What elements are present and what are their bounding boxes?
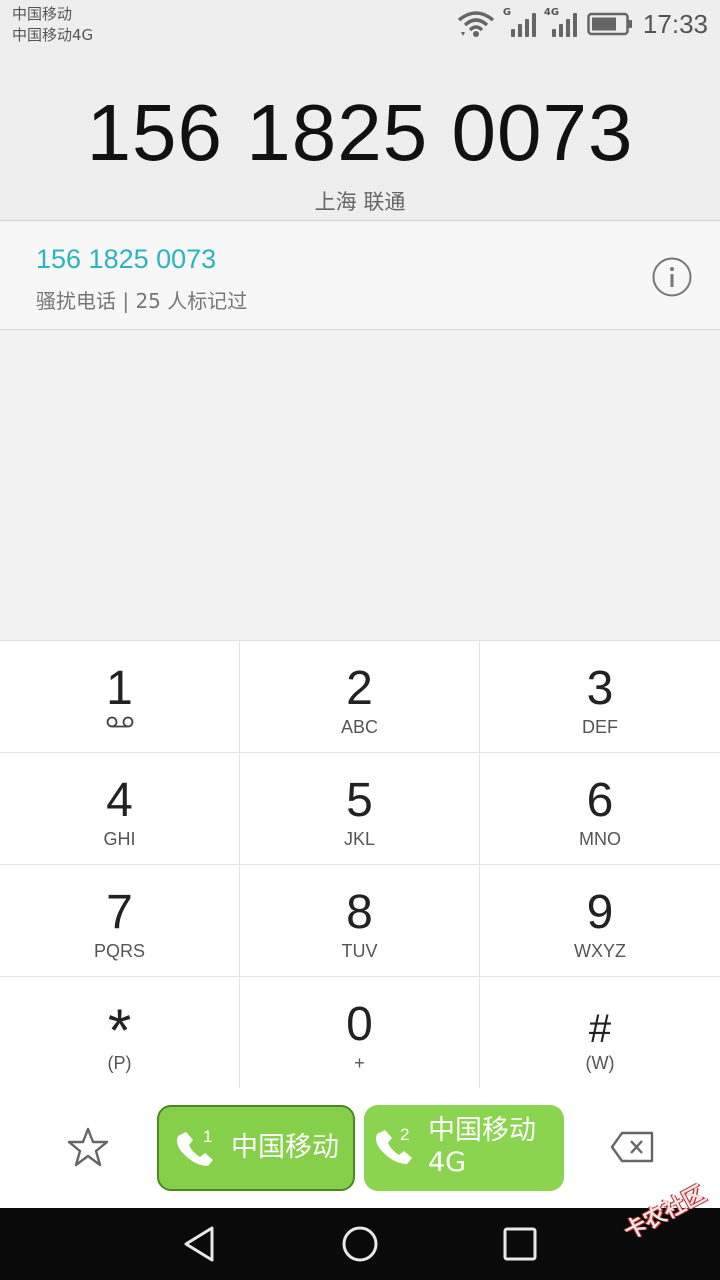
key-4[interactable]: 4 GHI — [0, 753, 240, 865]
key-letters: GHI — [103, 829, 136, 849]
carrier-2-label: 中国移动4G — [12, 26, 94, 44]
info-icon[interactable] — [652, 257, 692, 297]
call-sim2-label-line1: 中国移动 — [428, 1115, 536, 1146]
key-digit: 8 — [346, 886, 373, 939]
key-digit: 0 — [346, 998, 373, 1051]
status-icons: G 4G 17:33 — [457, 7, 708, 40]
call-sim2-label: 中国移动 4G — [428, 1115, 536, 1179]
key-letters: DEF — [582, 717, 618, 737]
call-sim1-label: 中国移动 — [231, 1132, 339, 1163]
number-display: 156 1825 0073 上海 联通 — [0, 50, 720, 221]
key-0[interactable]: 0 + — [240, 977, 480, 1089]
key-digit: 2 — [346, 662, 373, 715]
key-letters: WXYZ — [574, 941, 626, 961]
key-letters: + — [354, 1053, 365, 1073]
key-digit: 6 — [586, 774, 614, 827]
home-circle-icon[interactable] — [340, 1224, 380, 1264]
key-letters: MNO — [579, 829, 621, 849]
back-triangle-icon[interactable] — [180, 1224, 220, 1264]
key-star[interactable]: * (P) — [0, 977, 240, 1089]
key-5[interactable]: 5 JKL — [240, 753, 480, 865]
key-letters: PQRS — [93, 941, 145, 961]
number-location: 上海 联通 — [314, 190, 406, 214]
dialpad: 1 2 ABC 3 DEF 4 GHI 5 JKL 6 MNO 7 PQRS 8… — [0, 640, 720, 1089]
wifi-icon — [457, 11, 495, 37]
sim1-network-label: G — [502, 7, 512, 18]
recents-square-icon[interactable] — [500, 1224, 540, 1264]
voicemail-icon — [106, 716, 134, 728]
dialed-number[interactable]: 156 1825 0073 — [0, 88, 720, 178]
sim-number: 1 — [203, 1127, 213, 1146]
key-digit: # — [588, 1007, 612, 1051]
key-digit: 9 — [586, 886, 614, 939]
phone-icon — [376, 1130, 412, 1164]
key-digit: 4 — [106, 774, 133, 827]
call-sim2-label-line2: 4G — [428, 1147, 467, 1178]
sim2-signal-icon: 4G — [544, 7, 577, 37]
key-letters: TUV — [341, 941, 378, 961]
key-2[interactable]: 2 ABC — [240, 641, 480, 753]
key-digit: 7 — [106, 886, 133, 939]
key-letters: (W) — [585, 1053, 615, 1073]
status-bar: 中国移动 中国移动4G G 4G 17:33 — [0, 0, 720, 50]
sim2-network-label: 4G — [543, 7, 560, 18]
call-sim2-button[interactable]: 2 中国移动 4G — [364, 1105, 564, 1191]
call-sim1-button[interactable]: 1 中国移动 — [157, 1105, 355, 1191]
battery-icon — [587, 12, 632, 36]
key-letters: JKL — [343, 829, 376, 849]
key-3[interactable]: 3 DEF — [480, 641, 720, 753]
clock: 17:33 — [642, 8, 708, 39]
carrier-labels: 中国移动 中国移动4G — [12, 4, 93, 46]
sim1-signal-icon: G — [503, 7, 536, 37]
star-icon[interactable] — [66, 1125, 110, 1169]
key-digit: 3 — [586, 662, 614, 715]
key-7[interactable]: 7 PQRS — [0, 865, 240, 977]
backspace-icon[interactable] — [610, 1131, 654, 1163]
key-hash[interactable]: # (W) — [480, 977, 720, 1089]
key-letters: (P) — [107, 1053, 132, 1073]
key-8[interactable]: 8 TUV — [240, 865, 480, 977]
match-number: 156 1825 0073 — [36, 244, 217, 274]
key-digit: * — [107, 997, 132, 1064]
key-6[interactable]: 6 MNO — [480, 753, 720, 865]
sim-number: 2 — [400, 1125, 410, 1144]
key-digit: 1 — [106, 662, 133, 715]
key-letters: ABC — [340, 717, 378, 737]
key-1[interactable]: 1 — [0, 641, 240, 753]
spam-tag: 骚扰电话 | 25 人标记过 — [36, 289, 248, 313]
contact-match-row[interactable]: 156 1825 0073 骚扰电话 | 25 人标记过 — [0, 222, 720, 330]
key-digit: 5 — [346, 774, 373, 827]
key-9[interactable]: 9 WXYZ — [480, 865, 720, 977]
carrier-1-label: 中国移动 — [12, 5, 73, 23]
